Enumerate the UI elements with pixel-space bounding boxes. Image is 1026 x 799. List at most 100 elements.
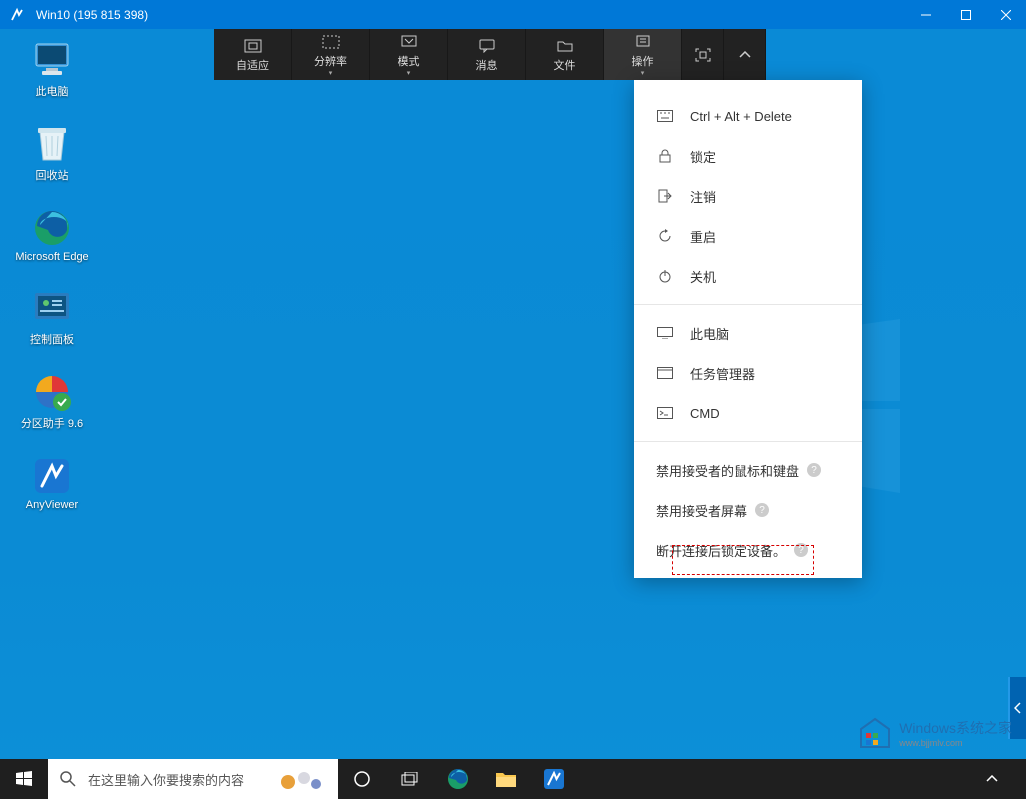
menu-label: 重启 bbox=[690, 227, 716, 246]
watermark-icon bbox=[857, 715, 893, 751]
icon-label: Microsoft Edge bbox=[15, 251, 88, 263]
action-icon bbox=[635, 32, 651, 52]
search-icon bbox=[60, 771, 76, 787]
toolbar-mode[interactable]: 模式 ▾ bbox=[370, 29, 448, 80]
resolution-icon bbox=[322, 32, 340, 52]
minimize-button[interactable] bbox=[906, 0, 946, 29]
menu-logoff[interactable]: 注销 bbox=[634, 176, 862, 216]
taskbar-cortana[interactable] bbox=[338, 759, 386, 799]
file-icon bbox=[557, 36, 573, 56]
icon-label: 此电脑 bbox=[36, 83, 69, 99]
help-icon: ? bbox=[794, 543, 808, 557]
anyviewer-icon bbox=[31, 455, 73, 497]
taskbar-edge[interactable] bbox=[434, 759, 482, 799]
tray-chevron-up[interactable] bbox=[968, 759, 1016, 799]
edge-icon bbox=[31, 207, 73, 249]
desktop-icon-recycle-bin[interactable]: 回收站 bbox=[14, 123, 90, 183]
menu-label: 断开连接后锁定设备。 bbox=[656, 541, 786, 560]
task-manager-icon bbox=[656, 367, 674, 379]
taskbar-anyviewer[interactable] bbox=[530, 759, 578, 799]
window-controls bbox=[906, 0, 1026, 29]
titlebar: Win10 (195 815 398) bbox=[0, 0, 1026, 29]
menu-cmd[interactable]: CMD bbox=[634, 393, 862, 433]
menu-task-manager[interactable]: 任务管理器 bbox=[634, 353, 862, 393]
toolbar-message[interactable]: 消息 bbox=[448, 29, 526, 80]
search-decoration bbox=[276, 764, 326, 794]
menu-label: 关机 bbox=[690, 267, 716, 286]
menu-label: 锁定 bbox=[690, 147, 716, 166]
menu-shutdown[interactable]: 关机 bbox=[634, 256, 862, 296]
restart-icon bbox=[656, 229, 674, 243]
toolbar-fullscreen[interactable] bbox=[682, 29, 724, 80]
recycle-bin-icon bbox=[31, 123, 73, 165]
search-placeholder: 在这里输入你要搜索的内容 bbox=[88, 770, 244, 789]
toolbar-collapse[interactable] bbox=[724, 29, 766, 80]
toolbar-label: 文件 bbox=[554, 57, 576, 73]
menu-label: 禁用接受者屏幕 bbox=[656, 501, 747, 520]
help-icon: ? bbox=[755, 503, 769, 517]
start-button[interactable] bbox=[0, 759, 48, 799]
partition-icon bbox=[31, 371, 73, 413]
desktop-icon-anyviewer[interactable]: AnyViewer bbox=[14, 455, 90, 511]
chevron-down-icon: ▾ bbox=[641, 69, 645, 77]
taskbar-search[interactable]: 在这里输入你要搜索的内容 bbox=[48, 759, 338, 799]
toolbar-label: 自适应 bbox=[236, 57, 269, 73]
power-icon bbox=[656, 269, 674, 283]
window-title: Win10 (195 815 398) bbox=[36, 8, 148, 22]
toolbar-resolution[interactable]: 分辨率 ▾ bbox=[292, 29, 370, 80]
monitor-icon bbox=[656, 327, 674, 339]
watermark-url: www.bjjmlv.com bbox=[899, 738, 1012, 748]
remote-desktop: 自适应 分辨率 ▾ 模式 ▾ 消息 文件 操作 ▾ bbox=[0, 29, 1026, 799]
menu-label: 注销 bbox=[690, 187, 716, 206]
desktop-icon-edge[interactable]: Microsoft Edge bbox=[14, 207, 90, 263]
chevron-up-icon bbox=[739, 45, 751, 65]
desktop-icon-this-pc[interactable]: 此电脑 bbox=[14, 39, 90, 99]
icon-label: 分区助手 9.6 bbox=[21, 415, 83, 431]
chevron-down-icon: ▾ bbox=[407, 69, 411, 77]
menu-label: 此电脑 bbox=[690, 324, 729, 343]
toolbar-label: 模式 bbox=[398, 53, 420, 69]
menu-lock[interactable]: 锁定 bbox=[634, 136, 862, 176]
menu-label: Ctrl + Alt + Delete bbox=[690, 109, 792, 124]
menu-separator bbox=[634, 304, 862, 305]
keyboard-icon bbox=[656, 110, 674, 122]
menu-disable-screen[interactable]: 禁用接受者屏幕 ? bbox=[634, 490, 862, 530]
chevron-down-icon: ▾ bbox=[329, 69, 333, 77]
desktop-icons: 此电脑 回收站 Microsoft Edge 控制面板 分区助手 9.6 Any… bbox=[14, 39, 90, 511]
toolbar-fit[interactable]: 自适应 bbox=[214, 29, 292, 80]
help-icon: ? bbox=[807, 463, 821, 477]
app-logo-icon bbox=[8, 6, 26, 24]
toolbar-action[interactable]: 操作 ▾ bbox=[604, 29, 682, 80]
taskbar-taskview[interactable] bbox=[386, 759, 434, 799]
fit-icon bbox=[244, 36, 262, 56]
control-panel-icon bbox=[31, 287, 73, 329]
taskbar-explorer[interactable] bbox=[482, 759, 530, 799]
toolbar-file[interactable]: 文件 bbox=[526, 29, 604, 80]
close-button[interactable] bbox=[986, 0, 1026, 29]
cmd-icon bbox=[656, 407, 674, 419]
menu-restart[interactable]: 重启 bbox=[634, 216, 862, 256]
menu-disable-input[interactable]: 禁用接受者的鼠标和键盘 ? bbox=[634, 450, 862, 490]
icon-label: AnyViewer bbox=[26, 499, 78, 511]
desktop-icon-control-panel[interactable]: 控制面板 bbox=[14, 287, 90, 347]
menu-ctrl-alt-del[interactable]: Ctrl + Alt + Delete bbox=[634, 96, 862, 136]
menu-label: 禁用接受者的鼠标和键盘 bbox=[656, 461, 799, 480]
system-tray bbox=[968, 759, 1026, 799]
icon-label: 控制面板 bbox=[30, 331, 74, 347]
lock-icon bbox=[656, 149, 674, 163]
message-icon bbox=[479, 36, 495, 56]
menu-this-pc[interactable]: 此电脑 bbox=[634, 313, 862, 353]
watermark-text: Windows系统之家 bbox=[899, 718, 1012, 738]
menu-disconnect-lock[interactable]: 断开连接后锁定设备。 ? bbox=[634, 530, 862, 570]
maximize-button[interactable] bbox=[946, 0, 986, 29]
toolbar-label: 操作 bbox=[632, 53, 654, 69]
fullscreen-icon bbox=[695, 45, 711, 65]
icon-label: 回收站 bbox=[36, 167, 69, 183]
logoff-icon bbox=[656, 189, 674, 203]
action-menu: Ctrl + Alt + Delete 锁定 注销 重启 关机 此电脑 任务管理… bbox=[634, 80, 862, 578]
mode-icon bbox=[401, 32, 417, 52]
desktop-icon-partition-assistant[interactable]: 分区助手 9.6 bbox=[14, 371, 90, 431]
menu-label: 任务管理器 bbox=[690, 364, 755, 383]
watermark: Windows系统之家 www.bjjmlv.com bbox=[857, 715, 1012, 751]
toolbar-label: 分辨率 bbox=[314, 53, 347, 69]
